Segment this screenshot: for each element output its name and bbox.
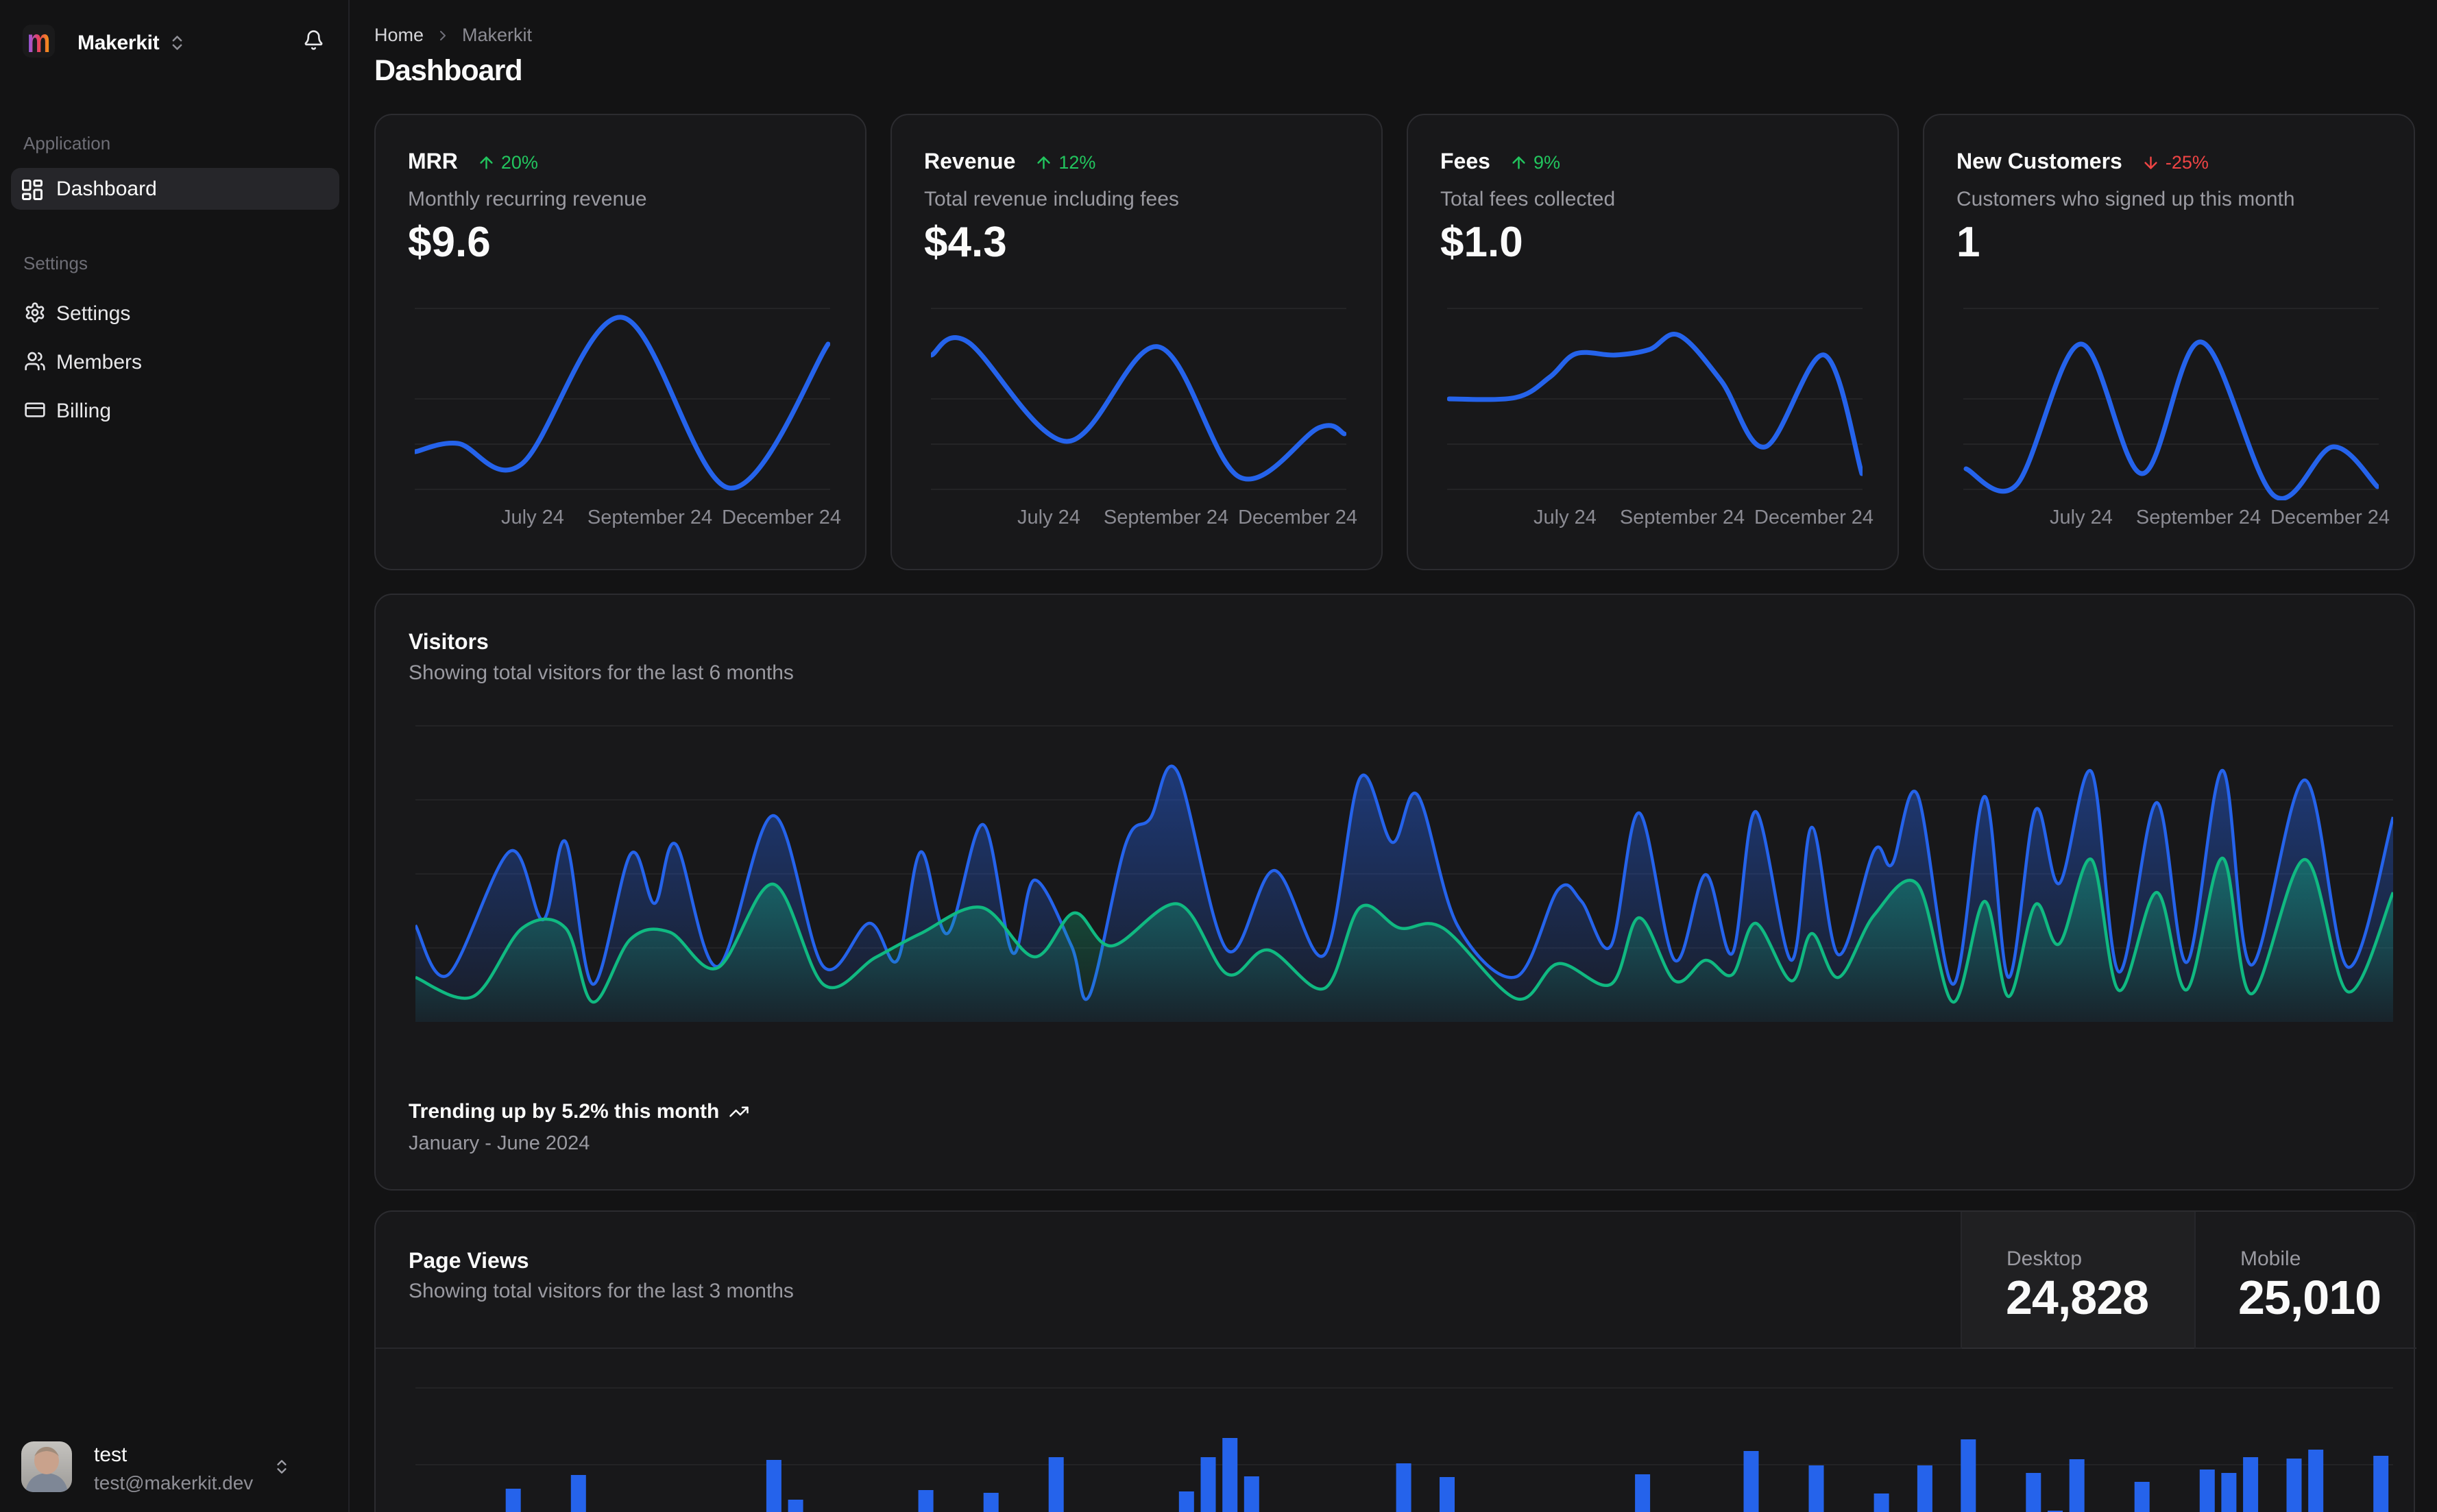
svg-text:m: m (27, 25, 51, 58)
